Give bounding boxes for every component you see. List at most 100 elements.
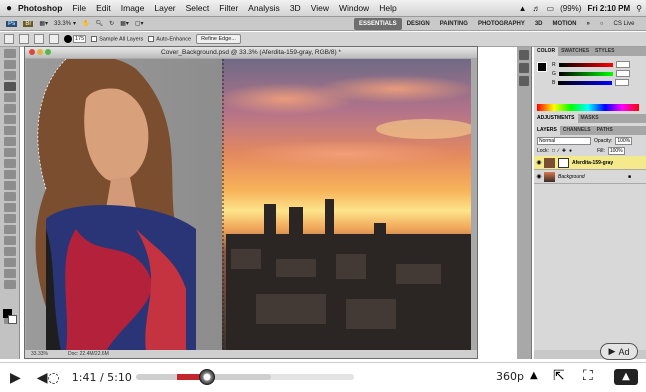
tab-paths[interactable]: PATHS <box>594 126 616 135</box>
view-extras-button[interactable]: ▦▾ <box>39 20 48 27</box>
menu-layer[interactable]: Layer <box>154 3 175 13</box>
workspace-painting[interactable]: PAINTING <box>435 18 473 30</box>
zoom-dropdown[interactable]: 33.3% ▾ <box>54 20 76 28</box>
menu-analysis[interactable]: Analysis <box>248 3 280 13</box>
sample-all-layers-checkbox[interactable]: Sample All Layers <box>91 35 143 42</box>
auto-enhance-checkbox[interactable]: Auto-Enhance <box>148 35 191 42</box>
crop-tool-icon[interactable] <box>4 93 16 102</box>
hand-tool-panel-icon[interactable] <box>4 269 16 278</box>
gradient-tool-icon[interactable] <box>4 170 16 179</box>
status-zoom[interactable]: 33.33% <box>31 351 48 357</box>
hand-tool-icon[interactable]: ✋ <box>82 20 89 27</box>
history-brush-tool-icon[interactable] <box>4 148 16 157</box>
marquee-tool-icon[interactable] <box>4 60 16 69</box>
blend-mode-select[interactable]: Normal <box>537 136 591 145</box>
image-canvas[interactable] <box>26 59 471 351</box>
tab-styles[interactable]: STYLES <box>592 47 617 56</box>
eraser-tool-icon[interactable] <box>4 159 16 168</box>
brush-picker[interactable]: 175 <box>64 35 87 43</box>
wifi-icon[interactable]: ▲ <box>519 4 527 13</box>
menu-window[interactable]: Window <box>339 3 369 13</box>
layer-mask-thumbnail[interactable] <box>558 157 569 168</box>
play-icon[interactable]: ▶ <box>10 370 21 386</box>
apple-menu-icon[interactable]: ● <box>0 3 18 14</box>
add-to-selection-icon[interactable] <box>34 34 44 44</box>
type-tool-icon[interactable] <box>4 214 16 223</box>
collapse-icon[interactable]: ▲ <box>614 369 638 385</box>
menubar-clock[interactable]: Fri 2:10 PM <box>587 4 630 13</box>
spotlight-icon[interactable]: ⚲ <box>636 4 642 13</box>
tab-color[interactable]: COLOR <box>534 47 559 56</box>
layer-row-aferdita[interactable]: ◉ Aferdita-159-gray <box>534 156 646 170</box>
pen-tool-icon[interactable] <box>4 203 16 212</box>
embed-icon[interactable]: ⇱ <box>553 368 565 384</box>
workspace-3d[interactable]: 3D <box>530 18 548 30</box>
cs-live-button[interactable]: CS Live <box>608 18 639 30</box>
menu-image[interactable]: Image <box>121 3 145 13</box>
tab-adjustments[interactable]: ADJUSTMENTS <box>534 114 578 123</box>
eyedropper-tool-icon[interactable] <box>4 104 16 113</box>
tool-preset-picker[interactable] <box>4 34 14 44</box>
progress-bar[interactable] <box>136 369 354 385</box>
minimize-window-icon[interactable] <box>37 49 43 55</box>
workspace-design[interactable]: DESIGN <box>402 18 435 30</box>
tab-layers[interactable]: LAYERS <box>534 126 560 135</box>
rotate-view-icon[interactable]: ↻ <box>109 20 114 27</box>
tab-masks[interactable]: MASKS <box>578 114 602 123</box>
fill-field[interactable]: 100% <box>607 147 625 155</box>
3d-rotate-tool-icon[interactable] <box>4 247 16 256</box>
actions-panel-icon[interactable] <box>519 63 529 73</box>
menu-edit[interactable]: Edit <box>96 3 111 13</box>
healing-brush-tool-icon[interactable] <box>4 115 16 124</box>
quality-up-icon[interactable]: ▲ <box>530 370 538 381</box>
panel-foreground-swatch[interactable] <box>537 62 547 72</box>
brush-tool-icon[interactable] <box>4 126 16 135</box>
zoom-window-icon[interactable] <box>45 49 51 55</box>
workspace-motion[interactable]: MOTION <box>548 18 582 30</box>
dodge-tool-icon[interactable] <box>4 192 16 201</box>
layer-row-background[interactable]: ◉ Background ■ <box>534 170 646 184</box>
lock-image-icon[interactable]: ∕ <box>558 148 559 154</box>
red-slider[interactable]: R <box>552 60 646 69</box>
workspace-essentials[interactable]: ESSENTIALS <box>354 18 402 30</box>
clone-stamp-tool-icon[interactable] <box>4 137 16 146</box>
shape-tool-icon[interactable] <box>4 236 16 245</box>
screen-mode-button[interactable]: ▢▾ <box>135 20 144 27</box>
blur-tool-icon[interactable] <box>4 181 16 190</box>
status-doc-size[interactable]: Doc: 22.4M/22.6M <box>68 351 109 357</box>
zoom-tool-panel-icon[interactable] <box>4 280 16 289</box>
close-window-icon[interactable] <box>29 49 35 55</box>
fullscreen-icon[interactable]: ⛶ <box>583 368 593 384</box>
quick-selection-tool-icon[interactable] <box>4 82 16 91</box>
menu-help[interactable]: Help <box>379 3 396 13</box>
menu-file[interactable]: File <box>72 3 86 13</box>
tab-swatches[interactable]: SWATCHES <box>558 47 592 56</box>
subtract-selection-icon[interactable] <box>49 34 59 44</box>
bridge-button[interactable]: Br <box>23 20 34 27</box>
arrange-documents-button[interactable]: ▦▾ <box>120 20 129 27</box>
menu-filter[interactable]: Filter <box>219 3 238 13</box>
3d-orbit-tool-icon[interactable] <box>4 258 16 267</box>
lock-position-icon[interactable]: ✚ <box>562 148 566 154</box>
menu-3d[interactable]: 3D <box>290 3 301 13</box>
ad-badge[interactable]: ▶ Ad <box>600 343 638 360</box>
volume-icon[interactable]: ♬ <box>533 4 541 13</box>
search-icon[interactable]: ○ <box>595 18 609 30</box>
battery-icon[interactable]: ▭ <box>547 4 555 13</box>
new-selection-icon[interactable] <box>19 34 29 44</box>
quality-label[interactable]: 360p <box>496 370 524 383</box>
visibility-eye-icon[interactable]: ◉ <box>534 173 544 180</box>
refine-edge-button[interactable]: Refine Edge... <box>196 34 241 44</box>
lock-transparent-icon[interactable]: □ <box>552 148 555 154</box>
menu-view[interactable]: View <box>311 3 329 13</box>
zoom-tool-icon[interactable]: 🔍︎ <box>96 20 104 27</box>
menu-select[interactable]: Select <box>186 3 210 13</box>
background-color-swatch[interactable] <box>8 315 17 324</box>
color-spectrum-bar[interactable] <box>537 104 639 111</box>
info-panel-icon[interactable] <box>519 76 529 86</box>
document-title-bar[interactable]: Cover_Background.psd @ 33.3% (Aferdita-1… <box>25 47 477 58</box>
volume-icon[interactable]: ◀◌ <box>37 370 60 386</box>
path-selection-tool-icon[interactable] <box>4 225 16 234</box>
lock-all-icon[interactable]: ● <box>569 148 572 154</box>
history-panel-icon[interactable] <box>519 50 529 60</box>
